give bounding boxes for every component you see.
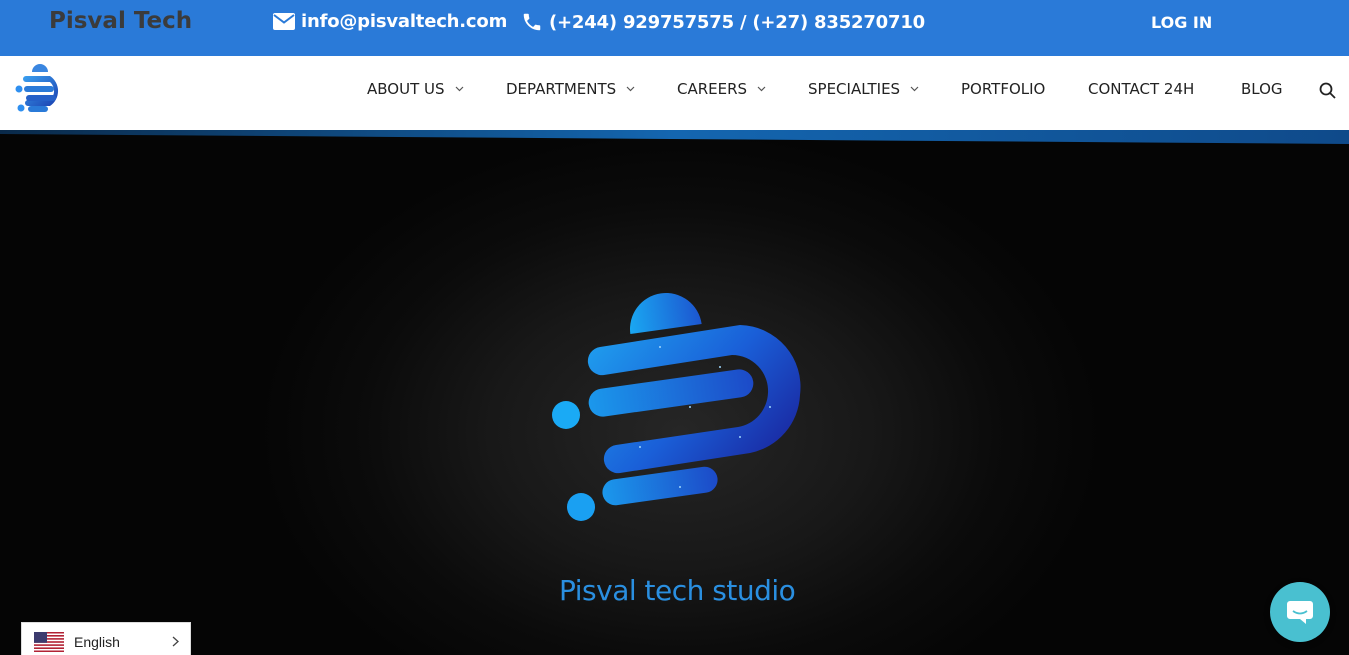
chevron-right-icon [172,636,179,647]
nav-item-label: CAREERS [677,80,748,98]
email-contact-link[interactable]: info@pisvaltech.com [273,11,507,32]
brand-name[interactable]: Pisval Tech [49,8,192,34]
chat-button[interactable] [1270,582,1330,642]
hero-banner: Pisval tech studio [0,132,1349,655]
search-icon [1319,82,1336,99]
nav-item-blog[interactable]: BLOG [1241,80,1283,98]
nav-item-departments[interactable]: DEPARTMENTS [506,80,635,98]
top-bar: Pisval Tech info@pisvaltech.com (+244) 9… [0,0,1349,56]
chevron-down-icon [910,86,919,92]
nav-item-portfolio[interactable]: PORTFOLIO [961,80,1045,98]
nav-item-label: DEPARTMENTS [506,80,617,98]
phone-contact-link[interactable]: (+244) 929757575 / (+27) 835270710 [521,11,925,33]
email-text: info@pisvaltech.com [301,11,508,32]
nav-item-careers[interactable]: CAREERS [677,80,766,98]
login-link[interactable]: LOG IN [1151,13,1212,32]
search-button[interactable] [1319,82,1336,104]
header-divider-strip [0,130,1349,144]
nav-item-specialties[interactable]: SPECIALTIES [808,80,919,98]
nav-menu: ABOUT US DEPARTMENTS CAREERS SPECIALTIES… [0,80,1349,104]
chevron-down-icon [626,86,635,92]
nav-item-label: CONTACT 24H [1088,80,1195,98]
us-flag-icon [34,632,64,652]
nav-item-label: BLOG [1241,80,1283,98]
language-label: English [74,634,120,650]
chat-bubble-icon [1287,601,1313,624]
nav-item-label: PORTFOLIO [961,80,1046,98]
phone-icon [523,13,541,31]
nav-item-label: ABOUT US [367,80,445,98]
hero-title: Pisval tech studio [559,574,796,607]
nav-item-contact-24h[interactable]: CONTACT 24H [1088,80,1194,98]
envelope-icon [273,13,295,30]
chevron-down-icon [455,86,463,92]
main-nav-bar: ABOUT US DEPARTMENTS CAREERS SPECIALTIES… [0,56,1349,132]
nav-item-about-us[interactable]: ABOUT US [367,80,464,98]
pisval-studio-logo-icon [552,293,801,521]
phone-text: (+244) 929757575 / (+27) 835270710 [549,11,925,33]
nav-item-label: SPECIALTIES [808,80,901,98]
language-selector[interactable]: English [21,622,191,655]
chevron-down-icon [757,86,766,92]
